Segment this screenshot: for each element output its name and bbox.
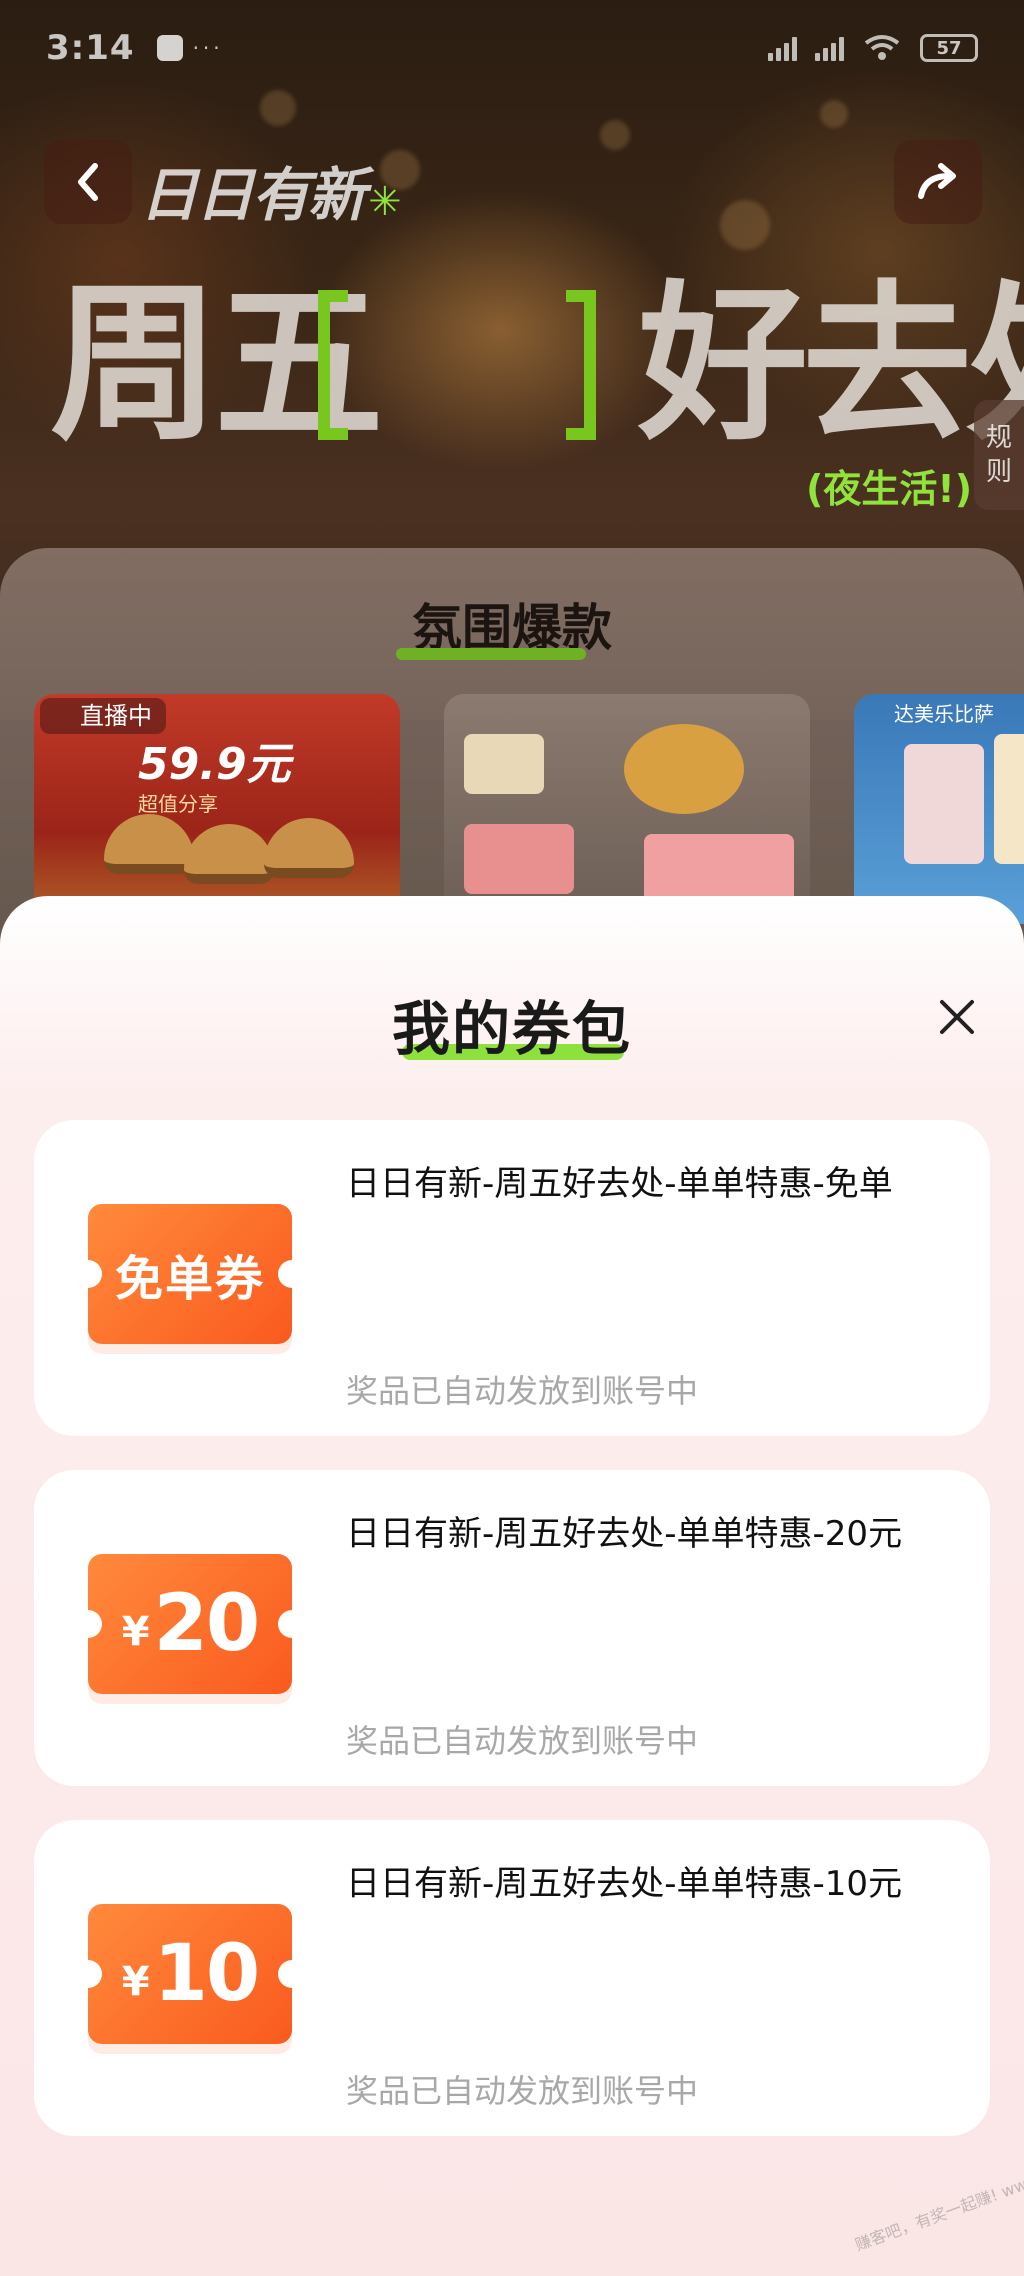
page: 3:14 ··· 57 日日有新 ✳ 周五 好去 (夜生活!) 规 则 氛围爆款… — [0, 0, 1024, 2276]
coupon-name: 日日有新-周五好去处-单单特惠-10元 — [346, 1864, 903, 1904]
brand-logo: 日日有新 ✳ — [140, 148, 402, 232]
coupon-badge-label: 免单券 — [114, 1251, 265, 1307]
hero-title: 周五好去处 — [50, 280, 1024, 450]
hero-subtitle: (夜生活!) — [806, 467, 973, 511]
coupon-amount: 10 — [153, 1929, 261, 2019]
chevron-left-icon — [78, 163, 98, 201]
product-brand: 达美乐比萨 — [894, 702, 994, 726]
featured-section: 氛围爆款 直播中 59.9元 超值分享 达美乐比萨 — [0, 548, 1024, 948]
app-notification-icon — [156, 35, 183, 61]
rules-tab-char-2: 则 — [985, 457, 1012, 487]
rules-tab[interactable]: 规 则 — [974, 400, 1024, 510]
food-image — [464, 734, 544, 794]
coupon-sheet: 我的券包 免单券 日日有新-周五好去处-单单特惠-免单 奖品已自动发放到账号中 … — [0, 896, 1024, 2276]
live-tag-label: 直播中 — [80, 702, 152, 730]
product-card[interactable]: 达美乐比萨 — [854, 694, 1024, 924]
wifi-icon — [864, 35, 900, 60]
status-indicators: 57 — [768, 33, 978, 63]
food-image — [264, 818, 354, 878]
product-card[interactable] — [444, 694, 810, 924]
status-time: 3:14 — [46, 28, 135, 68]
product-card[interactable]: 直播中 59.9元 超值分享 — [34, 694, 400, 924]
bracket-right-decoration — [566, 290, 596, 440]
sparkle-icon: ✳ — [368, 179, 401, 225]
battery-indicator: 57 — [920, 34, 978, 62]
close-icon — [940, 1000, 974, 1034]
coupon-badge: ¥ 10 — [74, 1904, 306, 2044]
coupon-name: 日日有新-周五好去处-单单特惠-免单 — [346, 1164, 893, 1204]
more-notifications-icon: ··· — [192, 36, 224, 60]
share-button[interactable] — [894, 140, 982, 224]
product-subtitle: 超值分享 — [138, 792, 218, 816]
coupon-card[interactable]: ¥ 10 日日有新-周五好去处-单单特惠-10元 奖品已自动发放到账号中 — [34, 1820, 990, 2136]
product-carousel: 直播中 59.9元 超值分享 达美乐比萨 — [34, 694, 1024, 924]
back-button[interactable] — [44, 140, 132, 224]
coupon-badge: 免单券 — [74, 1204, 306, 1344]
share-arrow-icon — [918, 163, 956, 199]
signal-icon — [768, 35, 797, 61]
coupon-note: 奖品已自动发放到账号中 — [346, 1372, 699, 1410]
signal-icon-2 — [815, 35, 844, 61]
food-image — [464, 824, 574, 894]
coupon-name: 日日有新-周五好去处-单单特惠-20元 — [346, 1514, 903, 1554]
coupon-currency: ¥ — [121, 1609, 150, 1655]
drink-image — [994, 734, 1024, 864]
close-button[interactable] — [936, 996, 978, 1038]
sheet-title: 我的券包 — [391, 995, 632, 1063]
rules-tab-char-1: 规 — [985, 423, 1012, 453]
coupon-note: 奖品已自动发放到账号中 — [346, 2072, 699, 2110]
food-image — [644, 834, 794, 904]
coupon-card[interactable]: ¥ 20 日日有新-周五好去处-单单特惠-20元 奖品已自动发放到账号中 — [34, 1470, 990, 1786]
coupon-amount: 20 — [153, 1579, 261, 1669]
coupon-card[interactable]: 免单券 日日有新-周五好去处-单单特惠-免单 奖品已自动发放到账号中 — [34, 1120, 990, 1436]
bracket-left-decoration — [318, 290, 348, 440]
coupon-currency: ¥ — [121, 1959, 150, 2005]
brand-name: 日日有新 — [140, 161, 366, 229]
product-price: 59.9元 — [138, 739, 291, 790]
hero-title-part-b: 好去处 — [638, 266, 1024, 464]
food-image — [184, 824, 274, 884]
drink-image — [904, 744, 984, 864]
status-bar: 3:14 ··· 57 — [0, 0, 1024, 96]
section-title-underline — [396, 648, 586, 660]
food-image — [624, 724, 744, 814]
coupon-badge: ¥ 20 — [74, 1554, 306, 1694]
coupon-note: 奖品已自动发放到账号中 — [346, 1722, 699, 1760]
food-image — [104, 814, 194, 874]
